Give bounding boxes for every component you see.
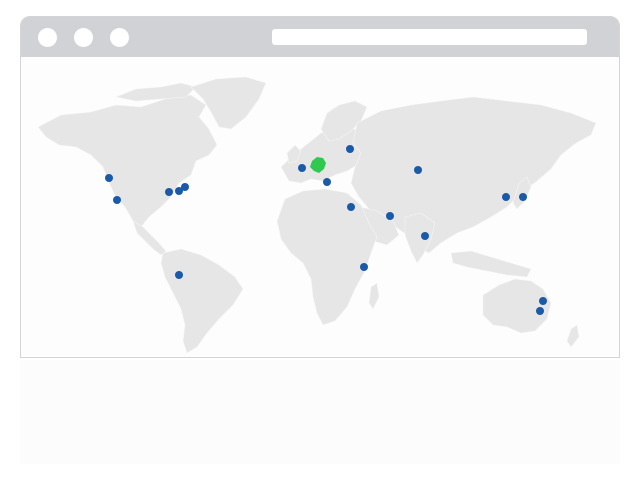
browser-window (20, 16, 620, 358)
location-marker-london[interactable] (298, 164, 306, 172)
africa (276, 188, 378, 326)
land-masses (37, 76, 597, 354)
south-america (160, 248, 244, 354)
maximize-control[interactable] (110, 28, 129, 47)
australia (482, 278, 552, 334)
location-marker-bogota[interactable] (175, 271, 183, 279)
location-marker-melbourne[interactable] (536, 307, 544, 315)
north-america (37, 94, 218, 228)
location-marker-tokyo[interactable] (519, 193, 527, 201)
location-marker-san-francisco[interactable] (113, 196, 121, 204)
location-marker-chicago[interactable] (165, 188, 173, 196)
central-america (132, 220, 167, 256)
new-zealand (566, 324, 580, 348)
location-marker-seattle[interactable] (105, 174, 113, 182)
location-marker-bangalore[interactable] (421, 232, 429, 240)
address-bar[interactable] (272, 29, 587, 45)
location-marker-dubai[interactable] (386, 212, 394, 220)
location-marker-nairobi[interactable] (360, 263, 368, 271)
indian-subcontinent (404, 212, 436, 264)
location-marker-sydney[interactable] (539, 297, 547, 305)
title-bar (21, 17, 619, 57)
location-marker-milan[interactable] (323, 178, 331, 186)
content-panel (20, 360, 620, 464)
minimize-control[interactable] (74, 28, 93, 47)
location-marker-cairo[interactable] (347, 203, 355, 211)
madagascar (368, 282, 380, 310)
southeast-asia-islands (450, 250, 532, 278)
location-marker-boston[interactable] (181, 183, 189, 191)
location-marker-seoul[interactable] (502, 193, 510, 201)
world-map-svg (37, 76, 597, 354)
world-map (21, 57, 619, 357)
close-control[interactable] (38, 28, 57, 47)
location-marker-novosibirsk[interactable] (414, 166, 422, 174)
location-marker-stockholm[interactable] (346, 145, 354, 153)
